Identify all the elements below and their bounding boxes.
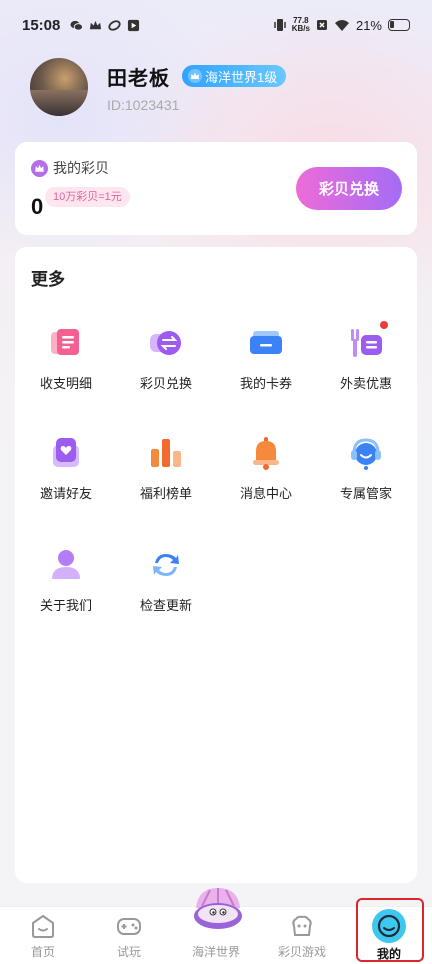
profile-header[interactable]: 田老板 海洋世界1级 ID:1023431	[30, 58, 287, 116]
menu-item-label: 福利榜单	[139, 486, 192, 501]
battery-icon	[388, 19, 410, 31]
menu-item-ledger[interactable]: 收支明细	[16, 325, 116, 405]
tab-label: 我的	[376, 947, 401, 961]
menu-item-check-update[interactable]: 检查更新	[116, 547, 216, 627]
more-title: 更多	[31, 270, 65, 289]
net-speed: 77.8 KB/s	[291, 16, 310, 33]
menu-item-food-discount[interactable]: 外卖优惠	[316, 321, 416, 405]
menu-item-coupons[interactable]: 我的卡券	[216, 325, 316, 405]
bell-icon	[253, 437, 279, 470]
invite-icon	[53, 438, 79, 467]
tab-label: 海洋世界	[191, 945, 240, 959]
menu-item-label: 关于我们	[39, 598, 92, 613]
tab-label: 彩贝游戏	[277, 945, 326, 959]
menu-item-ranking[interactable]: 福利榜单	[116, 435, 216, 515]
battery-percent: 21%	[355, 17, 382, 33]
crown-badge-icon	[188, 69, 202, 83]
crown-status-icon	[90, 20, 102, 29]
wechat-icon	[70, 20, 84, 31]
menu-item-label: 收支明细	[39, 376, 92, 391]
menu-item-label: 彩贝兑换	[139, 376, 192, 391]
menu-item-label: 外卖优惠	[339, 376, 392, 391]
headset-icon	[351, 438, 381, 470]
gamepad-icon	[117, 918, 141, 935]
tab-label: 试玩	[116, 945, 141, 959]
shell-icon[interactable]	[190, 886, 246, 932]
crown-icon	[31, 159, 48, 177]
menu-item-butler[interactable]: 专属管家	[316, 435, 416, 515]
points-title: 我的彩贝	[31, 158, 109, 178]
status-bar: 15:08 77.8 KB/s 21%	[0, 0, 432, 50]
menu-item-label: 检查更新	[139, 598, 192, 613]
game-icon	[292, 915, 312, 936]
refresh-icon	[153, 554, 179, 576]
menu-item-label: 专属管家	[339, 486, 392, 501]
more-card: 更多 收支明细 彩贝兑换 我的卡券 外卖优惠 邀请好友 福利榜单 消息中心 专属…	[15, 247, 417, 883]
menu-item-label: 我的卡券	[239, 376, 292, 391]
points-title-text: 我的彩贝	[53, 160, 109, 176]
profile-face-icon	[377, 914, 401, 938]
menu-item-label: 消息中心	[239, 486, 292, 501]
tab-trial[interactable]: 试玩	[89, 907, 169, 964]
user-name: 田老板	[107, 67, 170, 90]
tab-home[interactable]: 首页	[3, 907, 83, 964]
tab-label: 首页	[30, 945, 55, 959]
link-app-icon	[108, 19, 121, 31]
food-discount-icon-wrap	[348, 321, 388, 361]
points-value: 0	[31, 194, 44, 219]
play-app-icon	[128, 19, 140, 31]
tab-mine[interactable]: 我的	[349, 907, 429, 964]
status-time: 15:08	[22, 16, 61, 34]
menu-item-messages[interactable]: 消息中心	[216, 435, 316, 515]
person-icon	[52, 550, 80, 579]
menu-item-about[interactable]: 关于我们	[16, 547, 116, 627]
points-rate-badge: 10万彩贝=1元	[45, 187, 130, 207]
menu-item-exchange[interactable]: 彩贝兑换	[116, 325, 216, 405]
ledger-icon	[51, 329, 79, 355]
vibrate-icon	[273, 19, 286, 31]
points-exchange-button[interactable]: 彩贝兑换	[296, 167, 402, 210]
ranking-icon	[151, 439, 181, 467]
points-card: 我的彩贝 0 10万彩贝=1元 彩贝兑换	[15, 142, 417, 235]
profile-icon	[372, 909, 406, 943]
menu-item-invite[interactable]: 邀请好友	[16, 435, 116, 515]
food-discount-icon	[351, 329, 382, 357]
exchange-icon	[150, 331, 181, 355]
level-text: 海洋世界1级	[205, 69, 278, 85]
user-id: ID:1023431	[107, 96, 180, 113]
coupon-icon	[250, 331, 282, 354]
wifi-icon	[334, 20, 349, 31]
sim-blocked-icon	[316, 20, 327, 30]
home-icon	[32, 914, 54, 938]
tab-caibei-games[interactable]: 彩贝游戏	[262, 907, 342, 964]
avatar[interactable]	[30, 58, 88, 116]
notification-dot	[380, 321, 388, 329]
menu-item-label: 邀请好友	[39, 486, 92, 501]
level-badge[interactable]: 海洋世界1级	[182, 65, 287, 87]
